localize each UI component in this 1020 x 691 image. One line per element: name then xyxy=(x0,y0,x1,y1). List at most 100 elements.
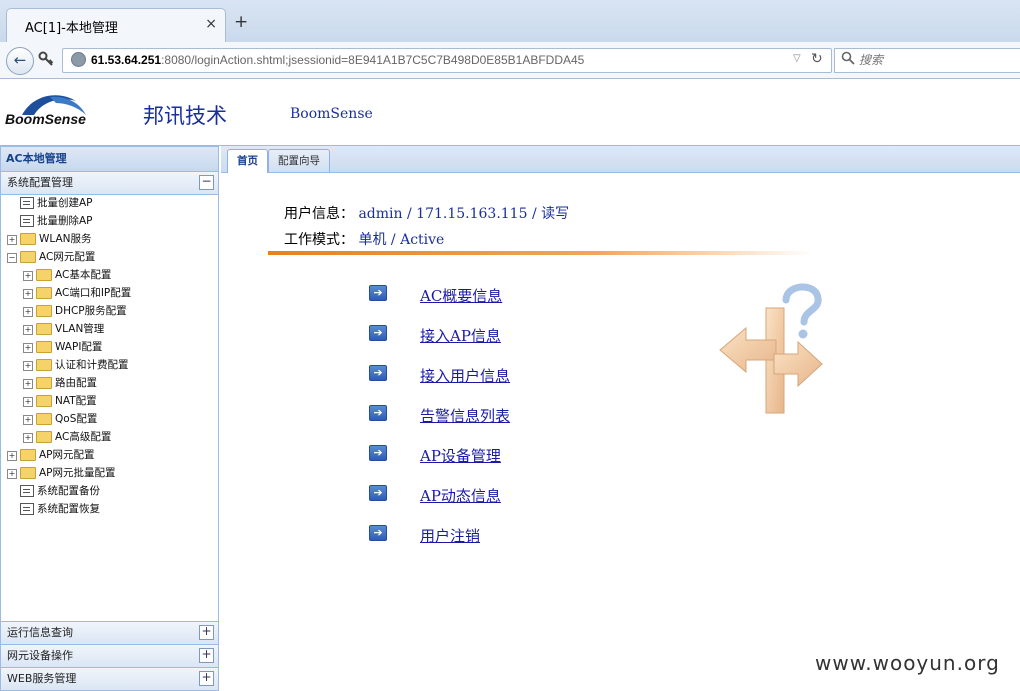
document-icon xyxy=(20,503,34,515)
folder-icon xyxy=(36,305,52,317)
expand-icon[interactable]: + xyxy=(23,307,33,317)
link-logout[interactable]: 用户注销 xyxy=(420,525,480,546)
tree-node-label: AC端口和IP配置 xyxy=(55,287,132,299)
arrow-right-icon: ➔ xyxy=(369,525,387,541)
tree-node-7[interactable]: + VLAN管理 xyxy=(1,320,218,338)
tree-node-label: NAT配置 xyxy=(55,395,97,407)
watermark-text: www.wooyun.org xyxy=(815,651,1000,675)
browser-tab[interactable]: AC[1]-本地管理 × xyxy=(6,8,226,43)
browser-nav-bar: ← 61.53.64.251:8080/loginAction.shtml;js… xyxy=(0,42,1020,79)
search-input[interactable] xyxy=(859,51,1009,68)
tab-config-wizard[interactable]: 配置向导 xyxy=(268,149,330,172)
tree-node-17[interactable]: 系统配置恢复 xyxy=(1,500,218,518)
sidebar: AC本地管理 系统配置管理 − 批量创建AP 批量删除AP + WLAN服务 − AC网元… xyxy=(0,146,219,691)
panel-header-web-service[interactable]: WEB服务管理 + xyxy=(1,667,218,690)
expand-icon[interactable]: + xyxy=(7,469,17,479)
tree-node-13[interactable]: + AC高级配置 xyxy=(1,428,218,446)
tree-node-label: 系统配置恢复 xyxy=(37,503,100,515)
folder-icon xyxy=(36,431,52,443)
expand-icon[interactable]: + xyxy=(23,361,33,371)
tree-node-8[interactable]: + WAPI配置 xyxy=(1,338,218,356)
folder-icon xyxy=(36,359,52,371)
brand-name-en: BoomSense xyxy=(290,106,373,122)
url-path: :8080/loginAction.shtml;jsessionid=8E941… xyxy=(161,53,585,67)
tree-node-16[interactable]: 系统配置备份 xyxy=(1,482,218,500)
panel-header-runtime-info[interactable]: 运行信息查询 + xyxy=(1,621,218,644)
user-info-label: 用户信息： xyxy=(284,206,354,222)
close-tab-icon[interactable]: × xyxy=(205,16,217,32)
folder-icon xyxy=(36,377,52,389)
tree-node-4[interactable]: + AC基本配置 xyxy=(1,266,218,284)
expand-icon[interactable]: + xyxy=(23,397,33,407)
tree-node-1[interactable]: 批量删除AP xyxy=(1,212,218,230)
panel-header-system-config[interactable]: 系统配置管理 − xyxy=(1,172,218,195)
nav-tree: 批量创建AP 批量删除AP + WLAN服务 − AC网元配置 + AC基本配置 + AC端口和I… xyxy=(1,194,218,518)
expand-icon[interactable]: + xyxy=(23,289,33,299)
link-ap-info[interactable]: 接入AP信息 xyxy=(420,325,501,346)
user-permission: 读写 xyxy=(541,206,570,222)
folder-icon xyxy=(20,449,36,461)
tree-node-0[interactable]: 批量创建AP xyxy=(1,194,218,212)
panel-header-label: 系统配置管理 xyxy=(7,176,73,189)
browser-tab-title: AC[1]-本地管理 xyxy=(25,21,118,36)
link-ap-dynamic-info[interactable]: AP动态信息 xyxy=(420,485,501,506)
tree-node-11[interactable]: + NAT配置 xyxy=(1,392,218,410)
link-alarm-list[interactable]: 告警信息列表 xyxy=(420,405,510,426)
expand-icon[interactable]: + xyxy=(7,235,17,245)
panel-header-device-ops[interactable]: 网元设备操作 + xyxy=(1,644,218,667)
arrow-right-icon: ➔ xyxy=(369,405,387,421)
back-button[interactable]: ← xyxy=(6,47,34,75)
folder-icon xyxy=(36,341,52,353)
sidebar-bottom-panels: 运行信息查询 + 网元设备操作 + WEB服务管理 + xyxy=(1,621,218,690)
expand-icon[interactable]: + xyxy=(199,671,214,686)
tree-node-6[interactable]: + DHCP服务配置 xyxy=(1,302,218,320)
tree-node-12[interactable]: + QoS配置 xyxy=(1,410,218,428)
folder-icon xyxy=(20,233,36,245)
chevron-down-icon[interactable]: ▽ xyxy=(793,53,801,64)
search-box[interactable] xyxy=(834,48,1020,73)
user-info-row: 用户信息： admin / 171.15.163.115 / 读写 xyxy=(284,201,569,227)
expand-icon[interactable]: + xyxy=(23,433,33,443)
tree-node-label: WAPI配置 xyxy=(55,341,103,353)
arrow-right-icon: ➔ xyxy=(369,365,387,381)
expand-icon[interactable]: + xyxy=(199,648,214,663)
new-tab-button[interactable]: + xyxy=(234,12,248,32)
tree-node-3[interactable]: − AC网元配置 xyxy=(1,248,218,266)
tree-node-label: 系统配置备份 xyxy=(37,485,100,497)
user-ip: 171.15.163.115 xyxy=(416,206,528,222)
folder-icon xyxy=(20,467,36,479)
arrow-right-icon: ➔ xyxy=(369,285,387,301)
expand-icon[interactable]: + xyxy=(23,343,33,353)
tree-node-2[interactable]: + WLAN服务 xyxy=(1,230,218,248)
globe-icon xyxy=(71,52,86,67)
collapse-icon[interactable]: − xyxy=(7,253,17,263)
tree-node-10[interactable]: + 路由配置 xyxy=(1,374,218,392)
tree-node-9[interactable]: + 认证和计费配置 xyxy=(1,356,218,374)
app-header: BoomSense 邦讯技术 BoomSense xyxy=(0,79,1020,146)
key-icon[interactable] xyxy=(38,51,54,71)
tree-node-15[interactable]: + AP网元批量配置 xyxy=(1,464,218,482)
expand-icon[interactable]: + xyxy=(23,379,33,389)
link-user-info[interactable]: 接入用户信息 xyxy=(420,365,510,386)
expand-icon[interactable]: + xyxy=(23,415,33,425)
panel-header-label: 运行信息查询 xyxy=(7,626,73,639)
content-tab-strip: 首页 配置向导 xyxy=(221,146,1020,173)
collapse-icon[interactable]: − xyxy=(199,175,214,190)
tree-node-5[interactable]: + AC端口和IP配置 xyxy=(1,284,218,302)
user-info: 用户信息： admin / 171.15.163.115 / 读写 工作模式： … xyxy=(284,201,569,253)
link-ap-device-mgmt[interactable]: AP设备管理 xyxy=(420,445,501,466)
document-icon xyxy=(20,485,34,497)
expand-icon[interactable]: + xyxy=(23,271,33,281)
expand-icon[interactable]: + xyxy=(199,625,214,640)
expand-icon[interactable]: + xyxy=(7,451,17,461)
boomsense-logo: BoomSense xyxy=(4,91,108,135)
expand-icon[interactable]: + xyxy=(23,325,33,335)
tab-home[interactable]: 首页 xyxy=(227,149,268,173)
link-ac-summary[interactable]: AC概要信息 xyxy=(420,285,502,306)
reload-icon[interactable]: ↻ xyxy=(811,51,823,67)
tree-node-label: AP网元配置 xyxy=(39,449,95,461)
url-text[interactable]: 61.53.64.251:8080/loginAction.shtml;jses… xyxy=(91,53,584,67)
tree-node-14[interactable]: + AP网元配置 xyxy=(1,446,218,464)
address-bar[interactable]: 61.53.64.251:8080/loginAction.shtml;jses… xyxy=(62,48,832,73)
tree-node-label: DHCP服务配置 xyxy=(55,305,127,317)
